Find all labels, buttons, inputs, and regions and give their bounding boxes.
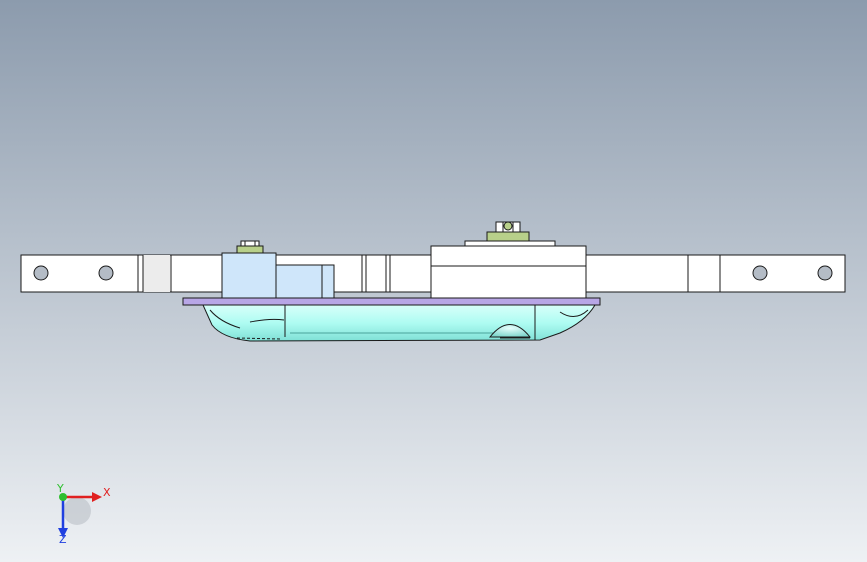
triad-origin: [63, 497, 91, 525]
hole-2: [98, 265, 114, 281]
hole-3: [752, 265, 768, 281]
bumper-pad[interactable]: [202, 304, 596, 342]
base-strip[interactable]: [182, 297, 601, 306]
hole-4: [817, 265, 833, 281]
left-fastener: [236, 240, 264, 254]
model-view[interactable]: X Y Z: [0, 0, 867, 562]
y-axis-label: Y: [56, 482, 64, 495]
right-housing[interactable]: [430, 240, 587, 299]
hole-1: [33, 265, 49, 281]
x-axis-label: X: [103, 486, 111, 499]
graphics-viewport[interactable]: X Y Z: [0, 0, 867, 562]
z-axis-label: Z: [59, 533, 67, 546]
